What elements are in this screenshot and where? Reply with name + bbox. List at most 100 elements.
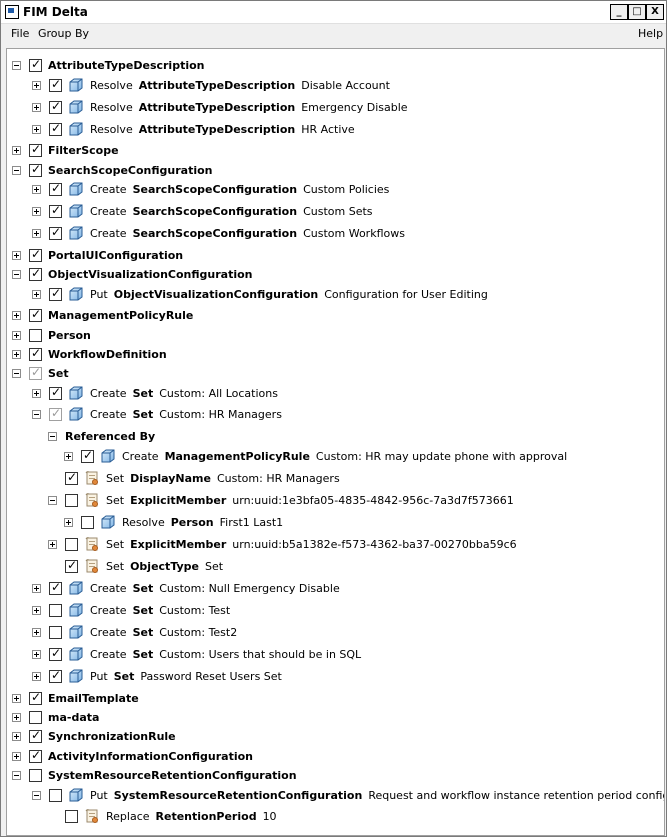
include-checkbox[interactable] [29, 748, 42, 763]
collapse-icon[interactable] [12, 269, 21, 279]
include-checkbox[interactable] [49, 646, 62, 661]
expand-icon[interactable] [64, 517, 73, 527]
tree-group-row[interactable]: ObjectVisualizationConfiguration [12, 264, 253, 284]
expand-icon[interactable] [12, 693, 21, 703]
include-checkbox[interactable] [49, 99, 62, 114]
expand-icon[interactable] [12, 731, 21, 741]
expand-icon[interactable] [48, 539, 57, 549]
tree-group-row[interactable]: Person [12, 325, 91, 345]
expand-icon[interactable] [12, 751, 21, 761]
expand-icon[interactable] [32, 289, 41, 299]
tree-item-row[interactable]: Set ExplicitMember urn:uuid:b5a1382e-f573-… [48, 534, 517, 554]
include-checkbox[interactable] [65, 537, 78, 551]
tree-item-row[interactable]: Create ManagementPolicyRule Custom: HR may… [64, 446, 567, 466]
include-checkbox[interactable] [29, 247, 42, 262]
menu-file[interactable]: File [11, 27, 29, 40]
include-checkbox[interactable] [29, 162, 42, 177]
include-checkbox[interactable] [49, 406, 62, 421]
expand-icon[interactable] [32, 206, 41, 216]
expand-icon[interactable] [12, 349, 21, 359]
expand-icon[interactable] [32, 671, 41, 681]
expand-icon[interactable] [32, 184, 41, 194]
collapse-icon[interactable] [12, 368, 21, 378]
minimize-button[interactable]: _ [610, 4, 628, 20]
collapse-icon[interactable] [48, 495, 57, 505]
include-checkbox[interactable] [29, 307, 42, 322]
tree-item-row[interactable]: Resolve AttributeTypeDescription Emergency… [32, 97, 408, 117]
title-bar[interactable]: FIM Delta _ □ X [1, 1, 666, 24]
include-checkbox[interactable] [29, 328, 42, 342]
include-checkbox[interactable] [49, 603, 62, 617]
tree-group-row[interactable]: SearchScopeConfiguration [12, 160, 213, 180]
tree-item-row[interactable]: Put SystemResourceRetentionConfiguration R… [32, 785, 664, 805]
tree-group-row[interactable]: SynchronizationRule [12, 726, 176, 746]
expand-icon[interactable] [12, 250, 21, 260]
include-checkbox[interactable] [49, 203, 62, 218]
collapse-icon[interactable] [12, 60, 21, 70]
tree-item-row[interactable]: Create Set Custom: HR Managers [32, 404, 282, 424]
include-checkbox[interactable] [49, 788, 62, 802]
include-checkbox[interactable] [49, 580, 62, 595]
collapse-icon[interactable] [12, 165, 21, 175]
collapse-icon[interactable] [32, 409, 41, 419]
include-checkbox[interactable] [49, 225, 62, 240]
collapse-icon[interactable] [48, 431, 57, 441]
menu-group-by[interactable]: Group By [38, 27, 89, 40]
tree-item-row[interactable]: Set ExplicitMember urn:uuid:1e3bfa05-4835-… [48, 490, 514, 510]
tree-item-row[interactable]: Create Set Custom: Test2 [32, 622, 237, 642]
include-checkbox[interactable] [65, 558, 78, 573]
tree-item-row[interactable]: Create SearchScopeConfiguration Custom Pol… [32, 179, 389, 199]
delta-tree[interactable]: AttributeTypeDescription Resolve Attribute… [6, 48, 665, 836]
tree-item-row[interactable]: Create Set Custom: Test [32, 600, 230, 620]
include-checkbox[interactable] [29, 266, 42, 281]
tree-item-row[interactable]: Create SearchScopeConfiguration Custom Wor… [32, 223, 405, 243]
include-checkbox[interactable] [29, 142, 42, 157]
tree-item-row[interactable]: Put Set Password Reset Users Set [32, 666, 282, 686]
tree-item-row[interactable]: Put ObjectVisualizationConfiguration Confi… [32, 284, 488, 304]
include-checkbox[interactable] [49, 181, 62, 196]
include-checkbox[interactable] [65, 470, 78, 485]
tree-group-row[interactable]: FilterScope [12, 140, 119, 160]
collapse-icon[interactable] [32, 790, 41, 800]
include-checkbox[interactable] [65, 493, 78, 507]
tree-item-row[interactable]: Resolve Person First1 Last1 [64, 512, 283, 532]
include-checkbox[interactable] [29, 690, 42, 705]
expand-icon[interactable] [32, 80, 41, 90]
tree-item-row[interactable]: Set ObjectType Set [48, 556, 223, 576]
expand-icon[interactable] [12, 712, 21, 722]
include-checkbox[interactable] [29, 57, 42, 72]
expand-icon[interactable] [32, 583, 41, 593]
include-checkbox[interactable] [29, 728, 42, 743]
tree-group-row[interactable]: EmailTemplate [12, 688, 139, 708]
expand-icon[interactable] [32, 228, 41, 238]
collapse-icon[interactable] [12, 770, 21, 780]
expand-icon[interactable] [12, 145, 21, 155]
include-checkbox[interactable] [81, 448, 94, 463]
expand-icon[interactable] [12, 310, 21, 320]
include-checkbox[interactable] [29, 710, 42, 724]
expand-icon[interactable] [32, 649, 41, 659]
tree-group-row[interactable]: SystemResourceRetentionConfiguration [12, 765, 297, 785]
tree-item-row[interactable]: Replace RetentionPeriod 10 [48, 806, 277, 826]
tree-group-row[interactable]: ManagementPolicyRule [12, 305, 193, 325]
expand-icon[interactable] [32, 102, 41, 112]
include-checkbox[interactable] [29, 346, 42, 361]
expand-icon[interactable] [32, 627, 41, 637]
tree-referenced-by-row[interactable]: Referenced By [48, 426, 155, 446]
tree-item-row[interactable]: Create Set Custom: Null Emergency Disable [32, 578, 340, 598]
tree-item-row[interactable]: Set DisplayName Custom: HR Managers [48, 468, 340, 488]
tree-group-row[interactable]: ma-data [12, 707, 99, 727]
tree-item-row[interactable]: Resolve AttributeTypeDescription Disable A… [32, 75, 390, 95]
include-checkbox[interactable] [29, 365, 42, 380]
include-checkbox[interactable] [49, 668, 62, 683]
expand-icon[interactable] [64, 451, 73, 461]
maximize-button[interactable]: □ [628, 4, 646, 20]
include-checkbox[interactable] [29, 768, 42, 782]
include-checkbox[interactable] [49, 121, 62, 136]
tree-group-row[interactable]: AttributeTypeDescription [12, 55, 205, 75]
tree-item-row[interactable]: Create SearchScopeConfiguration Custom Set… [32, 201, 373, 221]
expand-icon[interactable] [32, 124, 41, 134]
expand-icon[interactable] [32, 605, 41, 615]
include-checkbox[interactable] [81, 515, 94, 529]
include-checkbox[interactable] [49, 385, 62, 400]
